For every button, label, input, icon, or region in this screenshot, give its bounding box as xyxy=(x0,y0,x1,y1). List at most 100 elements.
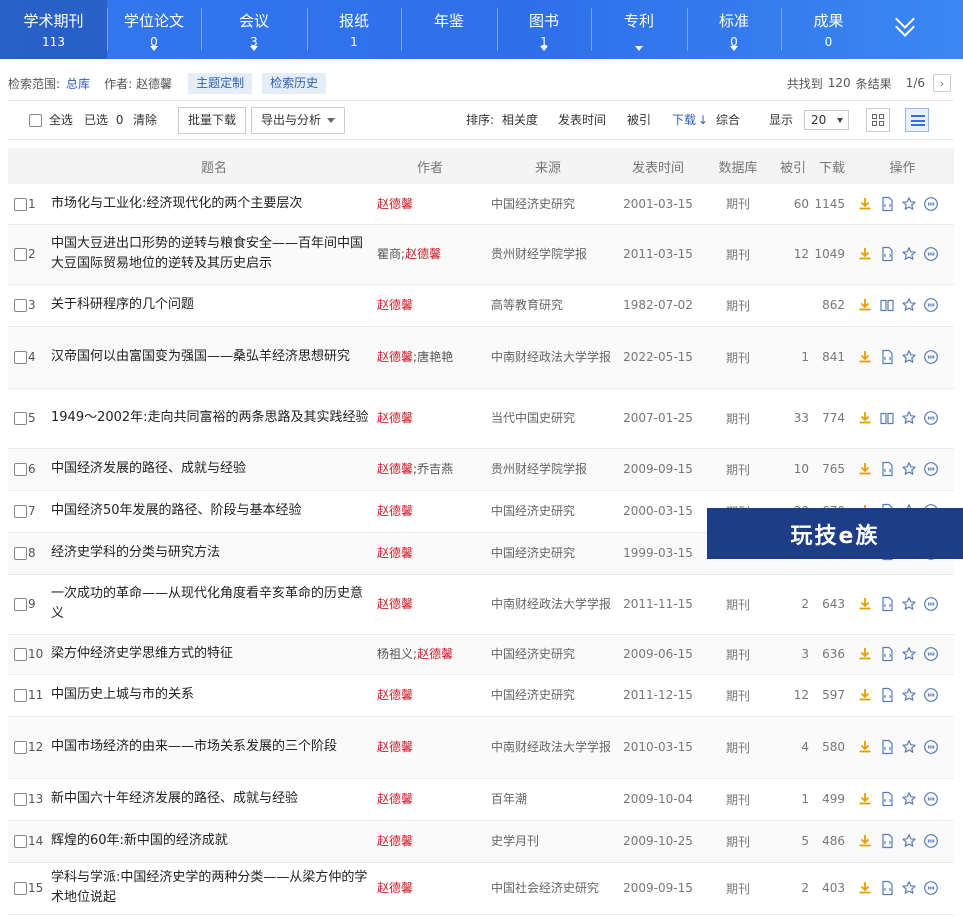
tab-7[interactable]: 标准 0 xyxy=(687,0,781,59)
tab-0[interactable]: 学术期刊 113 xyxy=(0,0,107,59)
source-link[interactable]: 中国经济史研究 xyxy=(483,490,613,532)
author-link[interactable]: 瞿商 xyxy=(377,247,401,261)
author-link[interactable]: 赵德馨 xyxy=(377,834,413,848)
source-link[interactable]: 高等教育研究 xyxy=(483,284,613,326)
article-title-link[interactable]: 中国市场经济的由来——市场关系发展的三个阶段 xyxy=(51,716,377,778)
download-icon[interactable] xyxy=(857,687,873,703)
search-history-button[interactable]: 检索历史 xyxy=(262,72,327,94)
favorite-star-icon[interactable] xyxy=(901,246,917,262)
select-all-control[interactable]: 全选 xyxy=(29,101,73,139)
batch-download-button[interactable]: 批量下载 xyxy=(178,107,247,134)
sort-downloads[interactable]: 下载 ↓ xyxy=(672,101,708,139)
article-title-link[interactable]: 梁方仲经济史学思维方式的特征 xyxy=(51,634,377,674)
tab-3[interactable]: 报纸 1 xyxy=(307,0,401,59)
article-title-link[interactable]: 1949～2002年:走向共同富裕的两条思路及其实践经验 xyxy=(51,388,377,448)
html-reader-icon[interactable] xyxy=(879,246,895,262)
author-link[interactable]: 赵德馨 xyxy=(405,247,441,261)
favorite-star-icon[interactable] xyxy=(901,833,917,849)
page-size-select[interactable]: 20 xyxy=(804,110,849,130)
download-icon[interactable] xyxy=(857,410,873,426)
favorite-star-icon[interactable] xyxy=(901,297,917,313)
download-icon[interactable] xyxy=(857,461,873,477)
row-checkbox[interactable] xyxy=(14,547,27,560)
tab-1[interactable]: 学位论文 0 xyxy=(107,0,201,59)
article-title-link[interactable]: 经济史学科的分类与研究方法 xyxy=(51,532,377,574)
author-link[interactable]: 杨祖义 xyxy=(377,647,413,661)
row-checkbox[interactable] xyxy=(14,197,27,211)
download-icon[interactable] xyxy=(857,349,873,365)
quote-icon[interactable] xyxy=(923,833,939,849)
source-link[interactable]: 中国经济史研究 xyxy=(483,184,613,224)
article-title-link[interactable]: 关于科研程序的几个问题 xyxy=(51,284,377,326)
row-checkbox[interactable] xyxy=(14,648,27,661)
quote-icon[interactable] xyxy=(923,196,939,212)
download-icon[interactable] xyxy=(857,880,873,896)
expand-tabs-button[interactable] xyxy=(876,0,963,59)
favorite-star-icon[interactable] xyxy=(901,596,917,612)
quote-icon[interactable] xyxy=(923,410,939,426)
favorite-star-icon[interactable] xyxy=(901,349,917,365)
row-checkbox[interactable] xyxy=(14,793,27,806)
html-reader-icon[interactable] xyxy=(879,791,895,807)
favorite-star-icon[interactable] xyxy=(901,687,917,703)
download-icon[interactable] xyxy=(857,596,873,612)
favorite-star-icon[interactable] xyxy=(901,461,917,477)
select-all-checkbox[interactable] xyxy=(29,114,42,127)
source-link[interactable]: 中国经济史研究 xyxy=(483,634,613,674)
source-link[interactable]: 中南财经政法大学学报 xyxy=(483,326,613,388)
sort-comprehensive[interactable]: 综合 xyxy=(716,101,740,139)
quote-icon[interactable] xyxy=(923,880,939,896)
article-title-link[interactable]: 汉帝国何以由富国变为强国——桑弘羊经济思想研究 xyxy=(51,326,377,388)
download-icon[interactable] xyxy=(857,246,873,262)
article-title-link[interactable]: 一次成功的革命——从现代化角度看辛亥革命的历史意义 xyxy=(51,574,377,634)
article-title-link[interactable]: 中国历史上城与市的关系 xyxy=(51,674,377,716)
source-link[interactable]: 百年潮 xyxy=(483,778,613,820)
author-link[interactable]: 赵德馨 xyxy=(417,647,453,661)
favorite-star-icon[interactable] xyxy=(901,196,917,212)
quote-icon[interactable] xyxy=(923,596,939,612)
html-reader-icon[interactable] xyxy=(879,349,895,365)
html-reader-icon[interactable] xyxy=(879,196,895,212)
html-reader-icon[interactable] xyxy=(879,739,895,755)
clear-selection-button[interactable]: 清除 xyxy=(133,101,157,139)
quote-icon[interactable] xyxy=(923,461,939,477)
author-link[interactable]: 乔吉燕 xyxy=(417,462,453,476)
author-link[interactable]: 赵德馨 xyxy=(377,688,413,702)
quote-icon[interactable] xyxy=(923,297,939,313)
author-link[interactable]: 赵德馨 xyxy=(377,350,413,364)
book-reader-icon[interactable] xyxy=(879,410,895,426)
author-link[interactable]: 赵德馨 xyxy=(377,411,413,425)
source-link[interactable]: 贵州财经学院学报 xyxy=(483,224,613,284)
source-link[interactable]: 中南财经政法大学学报 xyxy=(483,716,613,778)
quote-icon[interactable] xyxy=(923,687,939,703)
html-reader-icon[interactable] xyxy=(879,646,895,662)
author-link[interactable]: 赵德馨 xyxy=(377,792,413,806)
source-link[interactable]: 当代中国史研究 xyxy=(483,388,613,448)
article-title-link[interactable]: 中国经济发展的路径、成就与经验 xyxy=(51,448,377,490)
download-icon[interactable] xyxy=(857,833,873,849)
author-link[interactable]: 赵德馨 xyxy=(377,197,413,211)
article-title-link[interactable]: 学科与学派:中国经济史学的两种分类——从梁方仲的学术地位说起 xyxy=(51,862,377,914)
author-link[interactable]: 唐艳艳 xyxy=(417,350,453,364)
favorite-star-icon[interactable] xyxy=(901,410,917,426)
author-link[interactable]: 赵德馨 xyxy=(377,504,413,518)
row-checkbox[interactable] xyxy=(14,412,27,425)
row-checkbox[interactable] xyxy=(14,248,27,261)
html-reader-icon[interactable] xyxy=(879,596,895,612)
quote-icon[interactable] xyxy=(923,646,939,662)
author-link[interactable]: 赵德馨 xyxy=(377,597,413,611)
quote-icon[interactable] xyxy=(923,246,939,262)
download-icon[interactable] xyxy=(857,297,873,313)
book-reader-icon[interactable] xyxy=(879,297,895,313)
quote-icon[interactable] xyxy=(923,349,939,365)
source-link[interactable]: 贵州财经学院学报 xyxy=(483,448,613,490)
author-link[interactable]: 赵德馨 xyxy=(377,546,413,560)
tab-6[interactable]: 专利 xyxy=(591,0,687,59)
download-icon[interactable] xyxy=(857,646,873,662)
source-link[interactable]: 史学月刊 xyxy=(483,820,613,862)
html-reader-icon[interactable] xyxy=(879,687,895,703)
sort-relevance[interactable]: 相关度 xyxy=(502,101,538,139)
sort-citations[interactable]: 被引 xyxy=(627,101,651,139)
html-reader-icon[interactable] xyxy=(879,833,895,849)
row-checkbox[interactable] xyxy=(14,835,27,848)
